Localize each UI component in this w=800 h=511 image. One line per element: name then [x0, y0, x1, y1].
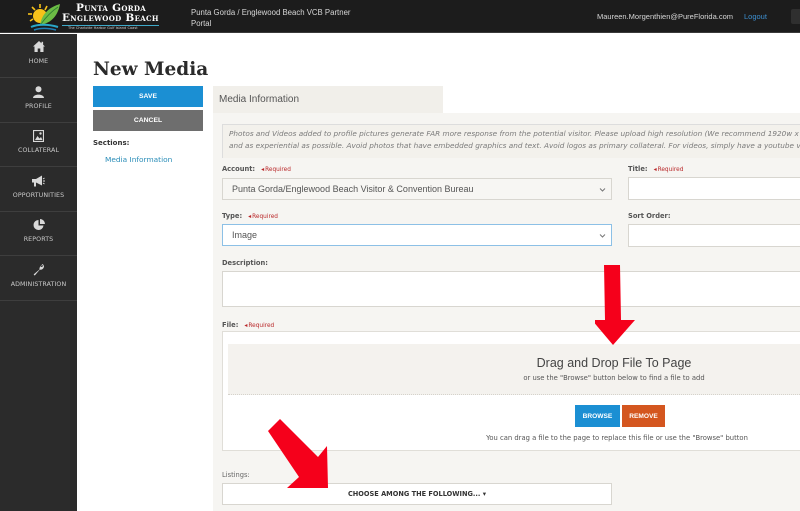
replace-file-note: You can drag a file to the page to repla… — [486, 434, 748, 442]
logo-tagline: The Charlotte Harbor Gulf Island Coast — [68, 26, 138, 30]
chevron-down-icon — [599, 188, 606, 192]
sort-order-input[interactable] — [628, 224, 800, 247]
intro-line-1: Photos and Videos added to profile pictu… — [229, 129, 800, 138]
top-bar: Punta Gorda Englewood Beach The Charlott… — [0, 0, 800, 33]
required-indicator: Required — [654, 167, 684, 173]
sidebar-nav: HOME PROFILE COLLATERAL OPPORTUNITIES RE… — [0, 34, 77, 511]
required-indicator: Required — [261, 167, 291, 173]
chevron-down-icon — [599, 234, 606, 238]
user-email: Maureen.Morgenthien@PureFlorida.com — [597, 12, 734, 21]
sidebar-item-label: REPORTS — [23, 236, 54, 243]
listings-dropdown-button[interactable]: CHOOSE AMONG THE FOLLOWING... ▾ — [222, 483, 612, 505]
required-indicator: Required — [248, 214, 278, 220]
account-select[interactable]: Punta Gorda/Englewood Beach Visitor & Co… — [222, 178, 612, 200]
save-button[interactable]: SAVE — [93, 86, 203, 107]
user-icon — [0, 86, 77, 100]
sidebar-item-collateral[interactable]: COLLATERAL — [0, 123, 77, 167]
page-title: New Media — [93, 59, 209, 80]
intro-text: Photos and Videos added to profile pictu… — [222, 124, 800, 158]
sun-leaf-logo-icon — [28, 4, 60, 31]
image-document-icon — [0, 130, 77, 144]
description-label: Description: — [222, 259, 268, 267]
sidebar-item-label: ADMINISTRATION — [10, 281, 67, 288]
type-select-value: Image — [232, 230, 258, 240]
title-label: Title: Required — [628, 165, 683, 173]
pie-chart-icon — [0, 219, 77, 233]
logout-link[interactable]: Logout — [744, 12, 767, 21]
sidebar-item-administration[interactable]: ADMINISTRATION — [0, 257, 77, 301]
remove-button[interactable]: REMOVE — [622, 405, 665, 427]
sidebar-item-label: OPPORTUNITIES — [12, 192, 65, 199]
wrench-icon — [0, 264, 77, 278]
sections-label: Sections: — [93, 139, 130, 147]
browse-button[interactable]: BROWSE — [575, 405, 620, 427]
megaphone-icon — [0, 175, 77, 189]
intro-line-2: and as experiential as possible. Avoid p… — [229, 141, 800, 150]
portal-title: Punta Gorda / Englewood Beach VCB Partne… — [191, 8, 351, 28]
sidebar-item-label: PROFILE — [25, 103, 52, 110]
account-label: Account: Required — [222, 165, 291, 173]
dropzone-title: Drag and Drop File To Page — [536, 356, 692, 370]
type-label-text: Type: — [222, 212, 243, 220]
account-label-text: Account: — [222, 165, 256, 173]
caret-down-icon: ▾ — [482, 490, 487, 498]
sidebar-item-opportunities[interactable]: OPPORTUNITIES — [0, 168, 77, 212]
title-label-text: Title: — [628, 165, 648, 173]
title-input[interactable] — [628, 177, 800, 200]
logo-line2: Englewood Beach — [62, 12, 159, 26]
dropzone-subtitle: or use the "Browse" button below to find… — [523, 374, 705, 382]
site-logo[interactable]: Punta Gorda Englewood Beach The Charlott… — [26, 1, 176, 32]
listings-label: Listings: — [222, 471, 250, 479]
account-select-value: Punta Gorda/Englewood Beach Visitor & Co… — [232, 184, 474, 194]
home-icon — [0, 41, 77, 55]
sidebar-item-profile[interactable]: PROFILE — [0, 79, 77, 123]
sidebar-item-home[interactable]: HOME — [0, 34, 77, 78]
required-indicator: Required — [244, 323, 274, 329]
type-select[interactable]: Image — [222, 224, 612, 246]
sort-order-label: Sort Order: — [628, 212, 671, 220]
panel-title: Media Information — [219, 94, 300, 105]
listings-dropdown-label: CHOOSE AMONG THE FOLLOWING... — [347, 490, 481, 498]
cancel-button[interactable]: CANCEL — [93, 110, 203, 131]
description-textarea[interactable] — [222, 271, 800, 307]
file-label-text: File: — [222, 321, 239, 329]
sidebar-item-label: COLLATERAL — [17, 147, 60, 154]
type-label: Type: Required — [222, 212, 278, 220]
section-link-media-information[interactable]: Media Information — [105, 155, 172, 164]
file-label: File: Required — [222, 321, 274, 329]
sidebar-item-label: HOME — [28, 58, 49, 65]
header-menu-button[interactable] — [791, 9, 800, 24]
form-panel — [213, 113, 800, 511]
sidebar-item-reports[interactable]: REPORTS — [0, 212, 77, 256]
